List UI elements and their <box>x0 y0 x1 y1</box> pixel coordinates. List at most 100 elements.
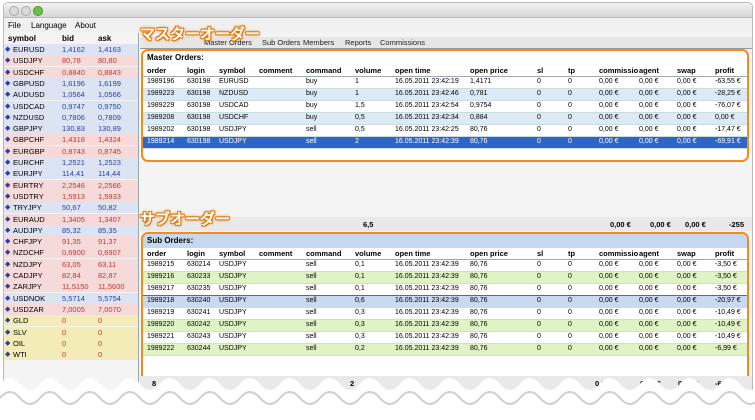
master-col-header[interactable]: tp <box>568 66 575 75</box>
quotes-header-ask[interactable]: ask <box>98 34 111 43</box>
quote-row[interactable]: ◆ NZDUSD 0,7806 0,7809 <box>4 111 138 123</box>
tab-reports[interactable]: Reports <box>345 38 371 47</box>
menu-about[interactable]: About <box>75 21 96 30</box>
sub-order-row[interactable]: 1989222 630244 USDJPY sell 0,2 16.05.2011 23:… <box>143 344 747 356</box>
master-order-row[interactable]: 1989208 630198 USDCHF buy 0,5 16.05.2011 23:4… <box>143 113 747 125</box>
sub-col-header[interactable]: swap <box>677 249 696 258</box>
quote-row[interactable]: ◆ NZDCHF 0,6900 0,6907 <box>4 247 138 259</box>
master-col-header[interactable]: agent <box>639 66 659 75</box>
sub-order-row[interactable]: 1989217 630235 USDJPY sell 0,1 16.05.2011 23:… <box>143 284 747 296</box>
sub-col-header[interactable]: command <box>306 249 341 258</box>
quote-row[interactable]: ◆ GBPJPY 130,83 130,89 <box>4 123 138 135</box>
quote-row[interactable]: ◆ GLD 0 0 <box>4 315 138 327</box>
master-col-header[interactable]: command <box>306 66 341 75</box>
master-order-row[interactable]: 1989223 630198 NZDUSD buy 1 16.05.2011 23:42:… <box>143 89 747 101</box>
quote-bid: 82,84 <box>62 271 81 280</box>
sub-cell: -10,49 € <box>715 309 741 316</box>
quote-row[interactable]: ◆ USDZAR 7,0005 7,0070 <box>4 303 138 315</box>
master-order-row[interactable]: 1989214 630198 USDJPY sell 2 16.05.2011 23:42… <box>143 137 747 149</box>
tab-commissions[interactable]: Commissions <box>380 38 425 47</box>
sub-col-header[interactable]: comment <box>259 249 292 258</box>
sub-col-header[interactable]: tp <box>568 249 575 258</box>
quote-bid: 0 <box>62 338 67 348</box>
quote-row[interactable]: ◆ USDTRY 1,5913 1,5933 <box>4 190 138 202</box>
sub-cell: 16.05.2011 23:42:39 <box>395 333 459 340</box>
sub-col-header[interactable]: open time <box>395 249 430 258</box>
sub-col-header[interactable]: volume <box>355 249 381 258</box>
quote-row[interactable]: ◆ USDNOK 5,5714 5,5754 <box>4 292 138 304</box>
master-order-row[interactable]: 1989196 630198 EURUSD buy 1 16.05.2011 23:42:… <box>143 77 747 89</box>
menu-language[interactable]: Language <box>31 21 67 30</box>
minimize-window-icon[interactable] <box>21 6 31 16</box>
sub-order-row[interactable]: 1989221 630243 USDJPY sell 0,3 16.05.2011 23:… <box>143 332 747 344</box>
sub-col-header[interactable]: open price <box>470 249 508 258</box>
quote-row[interactable]: ◆ TRYJPY 50,67 50,82 <box>4 202 138 214</box>
master-col-header[interactable]: open price <box>470 66 508 75</box>
quote-row[interactable]: ◆ NZDJPY 63,05 63,11 <box>4 258 138 270</box>
quote-direction-icon: ◆ <box>5 283 11 291</box>
sub-col-header[interactable]: order <box>147 249 166 258</box>
tab-sub-orders[interactable]: Sub Orders <box>262 38 300 47</box>
sub-order-row[interactable]: 1989220 630242 USDJPY sell 0,3 16.05.2011 23:… <box>143 320 747 332</box>
quote-row[interactable]: ◆ EURTRY 2,2546 2,2566 <box>4 179 138 191</box>
master-col-header[interactable]: order <box>147 66 166 75</box>
sub-order-row[interactable]: 1989215 630214 USDJPY sell 0,1 16.05.2011 23:… <box>143 260 747 272</box>
quote-symbol: EURUSD <box>13 45 45 54</box>
master-order-row[interactable]: 1989229 630198 USDCAD buy 1,5 16.05.2011 23:4… <box>143 101 747 113</box>
sub-col-header[interactable]: profit <box>715 249 734 258</box>
sub-cell: 0,00 € <box>639 297 659 304</box>
quote-row[interactable]: ◆ GBPCHF 1,4318 1,4324 <box>4 134 138 146</box>
sub-cell: 0 <box>568 273 572 280</box>
sub-col-header[interactable]: symbol <box>219 249 245 258</box>
sub-col-header[interactable]: sl <box>537 249 543 258</box>
menu-file[interactable]: File <box>8 21 21 30</box>
quote-ask: 7,0070 <box>98 304 121 314</box>
quote-row[interactable]: ◆ GBPUSD 1,6196 1,6199 <box>4 77 138 89</box>
quote-row[interactable]: ◆ AUDJPY 85,32 85,35 <box>4 224 138 236</box>
master-col-header[interactable]: profit <box>715 66 734 75</box>
quote-ask: 1,5933 <box>98 191 121 201</box>
tab-members[interactable]: Members <box>303 38 334 47</box>
master-col-header[interactable]: commissio <box>599 66 638 75</box>
quote-row[interactable]: ◆ EURAUD 1,3405 1,3407 <box>4 213 138 225</box>
quote-row[interactable]: ◆ EURCHF 1,2521 1,2523 <box>4 157 138 168</box>
quote-row[interactable]: ◆ OIL 0 0 <box>4 337 138 349</box>
quote-direction-icon: ◆ <box>5 181 11 189</box>
sub-order-row[interactable]: 1989218 630240 USDJPY sell 0,6 16.05.2011 23:… <box>143 295 747 309</box>
quote-row[interactable]: ◆ USDCHF 0,8840 0,8843 <box>4 66 138 78</box>
quote-row[interactable]: ◆ CHFJPY 91,35 91,37 <box>4 236 138 248</box>
master-cell: 0,00 € <box>677 138 697 145</box>
master-col-header[interactable]: login <box>187 66 205 75</box>
master-col-header[interactable]: symbol <box>219 66 245 75</box>
sub-col-header[interactable]: login <box>187 249 205 258</box>
sub-order-row[interactable]: 1989219 630241 USDJPY sell 0,3 16.05.2011 23:… <box>143 308 747 320</box>
maximize-window-icon[interactable] <box>33 6 43 16</box>
quote-bid: 0 <box>62 327 67 337</box>
quote-row[interactable]: ◆ USDJPY 80,78 80,80 <box>4 55 138 67</box>
master-order-row[interactable]: 1989202 630198 USDJPY sell 0,5 16.05.2011 23:… <box>143 125 747 137</box>
master-col-header[interactable]: volume <box>355 66 381 75</box>
sub-col-header[interactable]: commissio <box>599 249 638 258</box>
quote-row[interactable]: ◆ EURJPY 114,41 114,44 <box>4 168 138 180</box>
master-col-header[interactable]: open time <box>395 66 430 75</box>
quotes-header-bid[interactable]: bid <box>62 34 74 43</box>
quote-bid: 7,0005 <box>62 304 85 314</box>
quote-row[interactable]: ◆ SLV 0 0 <box>4 326 138 338</box>
quote-row[interactable]: ◆ CADJPY 82,84 82,87 <box>4 270 138 281</box>
sub-col-header[interactable]: agent <box>639 249 659 258</box>
quote-row[interactable]: ◆ EURUSD 1,4162 1,4163 <box>4 44 138 55</box>
quote-row[interactable]: ◆ WTI 0 0 <box>4 349 138 361</box>
master-col-header[interactable]: sl <box>537 66 543 75</box>
close-window-icon[interactable] <box>9 6 19 16</box>
master-col-header[interactable]: comment <box>259 66 292 75</box>
quote-row[interactable]: ◆ ZARJPY 11,5150 11,5600 <box>4 281 138 293</box>
master-cell: USDCAD <box>219 102 249 109</box>
sub-order-row[interactable]: 1989216 630233 USDJPY sell 0,1 16.05.2011 23:… <box>143 272 747 284</box>
master-col-header[interactable]: swap <box>677 66 696 75</box>
master-cell: -17,47 € <box>715 126 741 133</box>
quote-row[interactable]: ◆ EURGBP 0,8743 0,8745 <box>4 145 138 157</box>
quotes-header-symbol[interactable]: symbol <box>8 34 36 43</box>
quote-direction-icon: ◆ <box>5 147 11 155</box>
quote-row[interactable]: ◆ USDCAD 0,9747 0,9750 <box>4 100 138 112</box>
quote-row[interactable]: ◆ AUDUSD 1,0564 1,0566 <box>4 89 138 101</box>
